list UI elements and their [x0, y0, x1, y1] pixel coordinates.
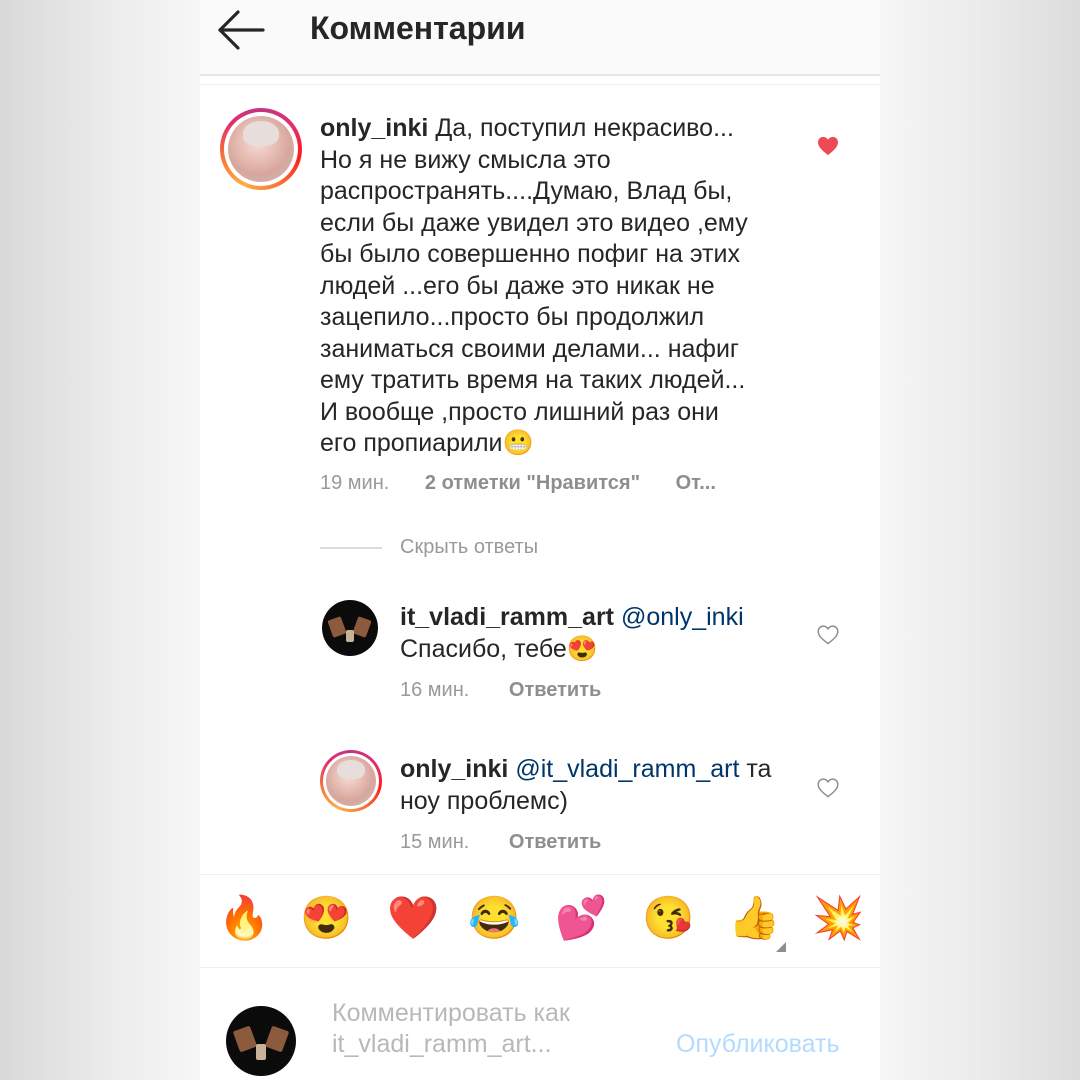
comments-screen: Комментарии only_inki Да, поступил некра…	[200, 0, 880, 1080]
thumbs-up-emoji-button[interactable]: 👍	[728, 893, 780, 943]
reply-meta: 16 мин. Ответить	[400, 679, 601, 702]
emoji-quick-bar: 🔥 😍 ❤️ 😂 💕 😘 👍 💥	[200, 874, 880, 968]
reply-first-line: only_inki @it_vladi_ramm_art та	[400, 754, 800, 786]
collision-emoji-button[interactable]: 💥	[812, 893, 864, 943]
mention-link[interactable]: @it_vladi_ramm_art	[515, 755, 739, 783]
reply-comment: only_inki @it_vladi_ramm_art та ноу проб…	[400, 754, 800, 817]
comment-line: людей ...его бы даже это никак не	[320, 271, 715, 300]
joy-emoji-button[interactable]: 😂	[468, 893, 520, 943]
comment-input[interactable]: Комментировать как it_vladi_ramm_art...	[332, 998, 632, 1060]
reply-button[interactable]: Ответить	[509, 679, 601, 701]
reply-time: 15 мин.	[400, 831, 470, 853]
heart-filled-icon[interactable]	[817, 136, 839, 156]
reply-username[interactable]: it_vladi_ramm_art	[400, 603, 614, 631]
reply-second-line: ноу проблемс)	[400, 786, 568, 815]
reply-meta: 15 мин. Ответить	[400, 831, 601, 854]
avatar-current-user	[226, 1006, 296, 1076]
kiss-emoji-button[interactable]: 😘	[642, 893, 694, 943]
main-comment: only_inki Да, поступил некрасиво... Но я…	[320, 113, 800, 460]
comment-username[interactable]: only_inki	[320, 114, 428, 142]
reply-button[interactable]: Ответить	[509, 831, 601, 853]
reply-second-line: Спасибо, тебе😍	[400, 634, 800, 666]
comment-line: заниматься своими делами... нафиг	[320, 334, 740, 363]
comment-line: И вообще ,просто лишний раз они	[320, 397, 719, 426]
comment-input-placeholder-user: it_vladi_ramm_art...	[332, 1030, 552, 1058]
avatar-only-inki[interactable]	[220, 108, 302, 190]
comment-line-text: его пропиарили	[320, 429, 503, 457]
hide-replies-line	[320, 547, 382, 549]
comment-time: 19 мин.	[320, 472, 390, 494]
avatar-it-vladi-ramm-art[interactable]	[322, 600, 378, 656]
avatar-only-inki[interactable]	[320, 750, 382, 812]
comment-line-last: его пропиарили😬	[320, 428, 800, 460]
reply-username[interactable]: only_inki	[400, 755, 508, 783]
comment-input-placeholder: Комментировать как	[332, 999, 570, 1027]
two-hearts-emoji-button[interactable]: 💕	[555, 893, 607, 943]
comment-line: если бы даже увидел это видео ,ему	[320, 208, 748, 237]
comment-line: ему тратить время на таких людей...	[320, 366, 746, 394]
top-bar: Комментарии	[200, 0, 880, 76]
comment-line: распространять....Думаю, Влад бы,	[320, 177, 733, 205]
reply-text: Спасибо, тебе	[400, 634, 567, 663]
main-comment-meta: 19 мин. 2 отметки "Нравится" От...	[320, 472, 716, 495]
likes-count[interactable]: 2 отметки "Нравится"	[425, 472, 640, 494]
heart-eyes-emoji-button[interactable]: 😍	[300, 893, 352, 943]
publish-button[interactable]: Опубликовать	[676, 1030, 839, 1059]
comment-line: бы было совершенно пофиг на этих	[320, 240, 740, 268]
main-comment-first-line: only_inki Да, поступил некрасиво...	[320, 113, 800, 145]
back-arrow-icon[interactable]	[216, 8, 266, 52]
reply-text: та	[746, 755, 772, 783]
red-heart-emoji-button[interactable]: ❤️	[387, 893, 439, 943]
hide-replies-button[interactable]: Скрыть ответы	[400, 536, 538, 559]
comment-line: Но я не вижу смысла это	[320, 145, 611, 174]
page-title: Комментарии	[310, 10, 526, 46]
reply-comment: it_vladi_ramm_art @only_inki Спасибо, те…	[400, 602, 800, 665]
divider	[200, 84, 880, 85]
comment-text: Да, поступил некрасиво...	[435, 114, 734, 142]
reply-first-line: it_vladi_ramm_art @only_inki	[400, 602, 800, 634]
reply-button[interactable]: От...	[676, 472, 716, 494]
fire-emoji-button[interactable]: 🔥	[218, 893, 270, 943]
reply-time: 16 мин.	[400, 679, 470, 701]
heart-outline-icon[interactable]	[817, 625, 839, 645]
expand-corner-icon	[776, 942, 786, 952]
heart-eyes-emoji: 😍	[566, 634, 598, 663]
heart-outline-icon[interactable]	[817, 778, 839, 798]
comment-line: зацепило...просто бы продолжил	[320, 303, 705, 331]
grimace-emoji: 😬	[502, 429, 534, 457]
mention-link[interactable]: @only_inki	[621, 603, 744, 631]
